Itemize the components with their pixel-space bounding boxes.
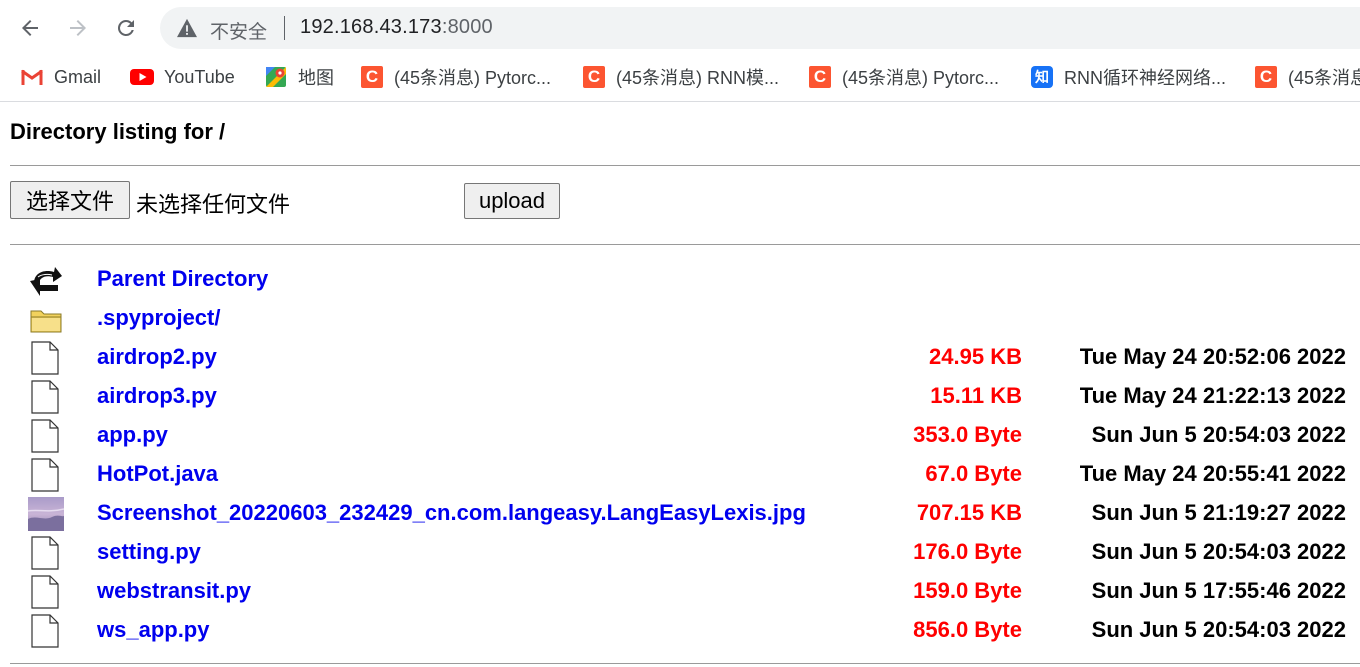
bookmark-csdn-4[interactable]: C (45条消息: [1254, 56, 1360, 98]
file-icon: [31, 380, 59, 414]
bookmark-label: RNN循环神经网络...: [1064, 68, 1226, 88]
entry-date: Sun Jun 5 20:54:03 2022: [1091, 617, 1346, 642]
entry-link[interactable]: .spyproject/: [97, 305, 220, 331]
list-item: .spyproject/: [0, 299, 1360, 338]
csdn-icon: C: [360, 65, 384, 89]
entry-link[interactable]: webstransit.py: [97, 578, 251, 604]
entry-date: Tue May 24 20:52:06 2022: [1079, 344, 1346, 369]
entry-size: 353.0 Byte: [913, 422, 1022, 447]
entry-date: Sun Jun 5 21:19:27 2022: [1091, 500, 1346, 525]
url-port: :8000: [441, 16, 493, 38]
file-status-text: 未选择任何文件: [136, 193, 291, 218]
bookmark-csdn-1[interactable]: C (45条消息) Pytorc...: [360, 56, 551, 98]
bookmark-csdn-3[interactable]: C (45条消息) Pytorc...: [808, 56, 999, 98]
bookmark-label: (45条消息) Pytorc...: [842, 68, 1000, 88]
divider: [10, 244, 1360, 245]
entry-size: 856.0 Byte: [913, 617, 1022, 642]
bookmark-label: (45条消息: [1288, 68, 1360, 88]
list-item: HotPot.java 67.0 Byte Tue May 24 20:55:4…: [0, 455, 1360, 494]
file-icon: [31, 458, 59, 492]
entry-size: 67.0 Byte: [925, 461, 1022, 486]
back-arrow-icon: [30, 267, 62, 296]
entry-link[interactable]: ws_app.py: [97, 617, 209, 643]
bookmark-label: Gmail: [54, 66, 102, 87]
entry-size: 707.15 KB: [916, 500, 1022, 525]
reload-button[interactable]: [110, 12, 142, 44]
entry-date: Sun Jun 5 20:54:03 2022: [1091, 539, 1346, 564]
entry-link[interactable]: Parent Directory: [97, 266, 268, 292]
bookmark-label: YouTube: [164, 66, 235, 87]
upload-button[interactable]: upload: [464, 183, 560, 219]
back-arrow-icon: [22, 20, 38, 36]
bookmark-label: (45条消息) RNN模...: [616, 68, 780, 88]
gmail-icon: [20, 65, 44, 89]
list-item: ws_app.py 856.0 Byte Sun Jun 5 20:54:03 …: [0, 611, 1360, 650]
url-host: 192.168.43.173: [300, 16, 442, 38]
entry-link[interactable]: HotPot.java: [97, 461, 218, 487]
entry-link[interactable]: Screenshot_20220603_232429_cn.com.langea…: [97, 500, 806, 526]
bookmarks-bar: Gmail YouTube 地图 C (45条消息) Pytorc... C (…: [0, 56, 1360, 102]
divider: [10, 663, 1360, 664]
csdn-icon: C: [808, 65, 832, 89]
folder-icon: [30, 310, 62, 333]
file-icon: [31, 341, 59, 375]
url-text: 192.168.43.173:8000: [300, 16, 493, 39]
entry-size: 24.95 KB: [929, 344, 1022, 369]
bookmark-gmail[interactable]: Gmail: [20, 56, 101, 98]
entry-date: Tue May 24 21:22:13 2022: [1079, 383, 1346, 408]
list-item: Screenshot_20220603_232429_cn.com.langea…: [0, 494, 1360, 533]
image-thumbnail-icon: [28, 497, 64, 531]
file-listing: Parent Directory .spyproject/ airdrop2.p…: [0, 260, 1360, 650]
bookmark-label: 地图: [298, 68, 334, 88]
list-item: webstransit.py 159.0 Byte Sun Jun 5 17:5…: [0, 572, 1360, 611]
list-item: airdrop3.py 15.11 KB Tue May 24 21:22:13…: [0, 377, 1360, 416]
entry-size: 176.0 Byte: [913, 539, 1022, 564]
bookmark-label: (45条消息) Pytorc...: [394, 68, 552, 88]
address-separator: [284, 16, 285, 40]
csdn-icon: C: [582, 65, 606, 89]
reload-icon: [118, 20, 134, 36]
list-item: airdrop2.py 24.95 KB Tue May 24 20:52:06…: [0, 338, 1360, 377]
back-button[interactable]: [14, 12, 46, 44]
maps-icon: [264, 65, 288, 89]
csdn-icon: C: [1254, 65, 1278, 89]
entry-date: Sun Jun 5 17:55:46 2022: [1091, 578, 1346, 603]
forward-button[interactable]: [62, 12, 94, 44]
bookmark-csdn-2[interactable]: C (45条消息) RNN模...: [582, 56, 779, 98]
file-icon: [31, 419, 59, 453]
page-content: Directory listing for / 选择文件 未选择任何文件 upl…: [0, 103, 1360, 667]
youtube-icon: [130, 65, 154, 89]
file-icon: [31, 536, 59, 570]
bookmark-maps[interactable]: 地图: [264, 56, 334, 98]
file-icon: [31, 575, 59, 609]
warning-icon: [177, 18, 197, 38]
divider: [10, 165, 1360, 166]
entry-date: Sun Jun 5 20:54:03 2022: [1091, 422, 1346, 447]
file-icon: [31, 614, 59, 648]
insecure-label: 不安全: [210, 22, 268, 43]
entry-size: 159.0 Byte: [913, 578, 1022, 603]
choose-file-button[interactable]: 选择文件: [10, 181, 130, 219]
entry-link[interactable]: setting.py: [97, 539, 201, 565]
entry-link[interactable]: app.py: [97, 422, 168, 448]
bookmark-youtube[interactable]: YouTube: [130, 56, 235, 98]
forward-arrow-icon: [70, 20, 86, 36]
entry-date: Tue May 24 20:55:41 2022: [1079, 461, 1346, 486]
address-bar[interactable]: 不安全 192.168.43.173:8000: [160, 7, 1360, 49]
browser-toolbar: 不安全 192.168.43.173:8000: [0, 0, 1360, 56]
bookmark-zhihu[interactable]: 知 RNN循环神经网络...: [1030, 56, 1226, 98]
entry-link[interactable]: airdrop2.py: [97, 344, 217, 370]
list-item: app.py 353.0 Byte Sun Jun 5 20:54:03 202…: [0, 416, 1360, 455]
entry-size: 15.11 KB: [930, 383, 1022, 408]
entry-link[interactable]: airdrop3.py: [97, 383, 217, 409]
list-item: Parent Directory: [0, 260, 1360, 299]
zhihu-icon: 知: [1030, 65, 1054, 89]
list-item: setting.py 176.0 Byte Sun Jun 5 20:54:03…: [0, 533, 1360, 572]
page-title: Directory listing for /: [10, 119, 226, 144]
